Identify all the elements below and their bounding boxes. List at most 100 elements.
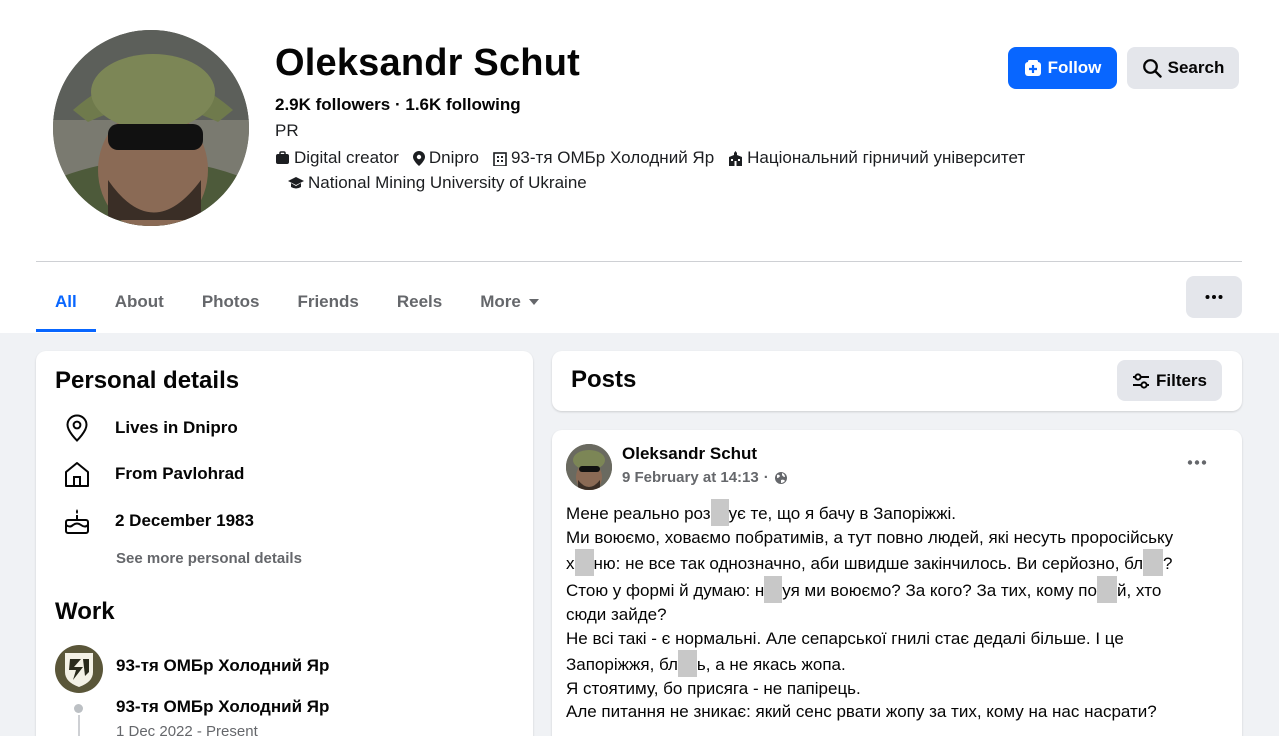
see-more-personal-details-link[interactable]: See more personal details	[116, 550, 302, 567]
post-options-button[interactable]	[1187, 452, 1207, 470]
profile-meta: Digital creator Dnipro 93-тя ОМБр Холодн…	[275, 148, 1025, 168]
globe-icon	[774, 471, 787, 484]
text-segment: Мене реально роз	[566, 504, 711, 523]
meta-separator: ·	[763, 469, 769, 486]
birthday-cake-icon	[65, 509, 89, 534]
tab-reels[interactable]: Reels	[378, 272, 461, 332]
work-position: 93-тя ОМБр Холодний Яр	[116, 697, 330, 716]
meta-item-university[interactable]: Національний гірничий університет	[728, 148, 1025, 168]
brigade-emblem-icon	[65, 653, 93, 687]
profile-header: Oleksandr Schut 2.9K followers · 1.6K fo…	[0, 0, 1279, 333]
follow-label: Follow	[1047, 58, 1102, 77]
tab-label: More	[480, 292, 521, 311]
post-author-avatar[interactable]	[566, 444, 612, 490]
detail-text: From Pavlohrad	[115, 464, 245, 483]
ellipsis-icon	[1187, 460, 1207, 465]
tab-label: Friends	[297, 292, 359, 311]
text-segment: уя ми воюємо? За кого? За тих, кому по	[782, 581, 1097, 601]
tab-friends[interactable]: Friends	[278, 272, 377, 332]
meta-text: Національний гірничий університет	[747, 148, 1026, 167]
filters-icon	[1132, 372, 1149, 389]
meta-item-education[interactable]: National Mining University of Ukraine	[288, 173, 587, 193]
timeline-dot	[74, 704, 83, 713]
tab-label: Reels	[396, 292, 443, 311]
tab-label: Photos	[201, 292, 260, 311]
text-segment: Я стоятиму, бо присяга - не папірець.	[566, 678, 861, 698]
tab-photos[interactable]: Photos	[183, 272, 279, 332]
post-date[interactable]: 9 February at 14:13	[622, 469, 759, 486]
work-dates: 1 Dec 2022 - Present	[116, 723, 258, 736]
home-icon	[65, 462, 89, 487]
follow-button[interactable]: Follow	[1008, 47, 1117, 89]
censor-block	[710, 499, 729, 526]
censor-block	[1096, 576, 1117, 604]
post-line: Стою у формі й думаю: н уя ми воюємо? За …	[566, 576, 1226, 604]
meta-item-workplace[interactable]: 93-тя ОМБр Холодний Яр	[493, 148, 714, 168]
caret-down-icon	[528, 299, 539, 305]
tab-about[interactable]: About	[96, 272, 183, 332]
filters-button[interactable]: Filters	[1117, 360, 1222, 401]
text-segment: сюди зайде?	[566, 605, 667, 625]
posts-header-card: Posts Filters	[552, 351, 1242, 411]
work-logo[interactable]	[55, 645, 103, 693]
more-options-button[interactable]	[1186, 276, 1242, 318]
detail-lives-in: Lives in Dnipro	[61, 412, 238, 444]
timeline-line	[78, 715, 80, 736]
post-line: сюди зайде?	[566, 603, 1226, 626]
graduation-cap-icon	[288, 176, 304, 188]
meta-text: 93-тя ОМБр Холодний Яр	[510, 148, 715, 167]
text-segment: ню: не все так однозначно, аби швидше за…	[593, 554, 1144, 574]
post-body: Мене реально роз ує те, що я бачу в Запор…	[566, 499, 1226, 723]
work-employer[interactable]: 93-тя ОМБр Холодний Яр	[116, 656, 329, 676]
text-segment: й, хто	[1116, 581, 1162, 601]
post-author-name[interactable]: Oleksandr Schut	[622, 444, 757, 464]
post-card: Oleksandr Schut 9 February at 14:13 · Ме…	[552, 430, 1242, 736]
meta-item-city[interactable]: Dnipro	[412, 148, 479, 168]
post-line: х ню: не все так однозначно, аби швидше з…	[566, 549, 1226, 577]
posts-title: Posts	[571, 366, 637, 393]
building-icon	[493, 151, 507, 166]
location-pin-icon	[412, 150, 425, 166]
censor-block	[1143, 549, 1164, 577]
text-segment: ує те, що я бачу в Запоріжжі.	[728, 504, 957, 523]
text-segment: Не всі такі - є нормальні. Але сепарсько…	[566, 628, 1124, 648]
followers-count[interactable]: 2.9K followers · 1.6K following	[275, 95, 521, 115]
post-line: Я стоятиму, бо присяга - не папірець.	[566, 677, 1226, 700]
censor-block	[677, 649, 697, 677]
post-line: Ми воюємо, ховаємо побратимів, а тут пов…	[566, 526, 1226, 549]
header-divider	[36, 261, 1242, 262]
detail-birthday: 2 December 1983	[61, 505, 254, 537]
censor-block	[574, 549, 594, 577]
add-friend-icon	[1024, 60, 1041, 76]
tab-more[interactable]: More	[461, 272, 558, 332]
text-segment: Запоріжжя, бл	[566, 654, 678, 674]
meta-item-creator: Digital creator	[275, 148, 399, 168]
profile-tabs: All About Photos Friends Reels More	[36, 272, 558, 332]
text-segment: Стою у формі й думаю: н	[566, 581, 765, 601]
filters-label: Filters	[1155, 370, 1208, 390]
detail-text: 2 December 1983	[115, 511, 254, 530]
censor-block	[764, 576, 783, 604]
post-meta: 9 February at 14:13 ·	[622, 469, 788, 486]
meta-text: National Mining University of Ukraine	[308, 173, 587, 192]
personal-details-title: Personal details	[55, 367, 240, 394]
search-icon	[1142, 59, 1162, 78]
school-icon	[729, 150, 743, 166]
text-segment: х	[566, 554, 575, 574]
search-button[interactable]: Search	[1127, 47, 1239, 89]
post-line: Не всі такі - є нормальні. Але сепарсько…	[566, 627, 1226, 650]
profile-meta-row2: National Mining University of Ukraine	[288, 173, 587, 193]
text-segment: ?	[1163, 554, 1173, 574]
detail-hometown: From Pavlohrad	[61, 458, 244, 490]
tab-all[interactable]: All	[36, 272, 96, 332]
profile-avatar[interactable]	[53, 30, 249, 226]
post-line: Мене реально роз ує те, що я бачу в Запор…	[566, 499, 1226, 526]
work-title: Work	[55, 598, 115, 625]
profile-bio: PR	[275, 121, 299, 140]
briefcase-icon	[276, 151, 289, 164]
post-line: Запоріжжя, бл ь, а не якась жопа.	[566, 649, 1226, 677]
meta-text: Dnipro	[428, 148, 479, 167]
detail-text: Lives in Dnipro	[115, 418, 238, 437]
meta-text: Digital creator	[294, 148, 399, 167]
search-label: Search	[1167, 58, 1225, 77]
